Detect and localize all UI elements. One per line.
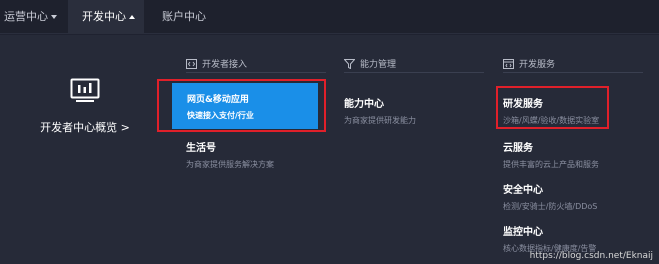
annotation-box [496,86,609,129]
menu-item-security-center[interactable]: 安全中心 检测/安骑士/防火墙/DDoS [503,181,597,212]
code-icon [186,58,197,69]
item-desc: 检测/安骑士/防火墙/DDoS [503,202,598,211]
code-window-icon [503,58,514,69]
developer-overview-link[interactable]: 开发者中心概览 > [30,78,140,135]
tab-account-center[interactable]: 账户中心 [162,0,222,34]
tab-label: 运营中心 [4,10,48,23]
menu-item-capability-center[interactable]: 能力中心 为商家提供研发能力 [344,95,416,126]
section-divider [503,72,643,73]
item-title: 监控中心 [503,227,543,238]
menu-item-monitoring-center[interactable]: 监控中心 核心数据指标/健康度/告警 [503,223,596,254]
overview-label: 开发者中心概览 > [40,121,130,134]
item-desc: 为商家提供研发能力 [344,116,416,125]
item-desc: 提供丰富的云上产品和服务 [503,160,599,169]
top-nav: 运营中心 开发中心 账户中心 [0,0,659,34]
section-divider [344,72,484,73]
item-desc: 为商家提供服务解决方案 [186,160,274,169]
section-title: 能力管理 [360,60,397,70]
section-header-developer-access: 开发者接入 [186,57,247,70]
watermark: https://blog.csdn.net/Eknaij [529,251,653,261]
annotation-box [157,79,326,132]
section-header-capability: 能力管理 [344,57,396,70]
tab-label: 开发中心 [82,10,126,23]
section-title: 开发服务 [519,60,556,70]
item-title: 云服务 [503,143,533,154]
section-header-dev-services: 开发服务 [503,57,555,70]
item-title: 生活号 [186,143,216,154]
tab-developer-center[interactable]: 开发中心 [68,0,144,34]
funnel-icon [344,58,355,69]
tab-operations-center[interactable]: 运营中心 [4,0,62,34]
menu-item-life-account[interactable]: 生活号 为商家提供服务解决方案 [186,139,274,170]
monitor-chart-icon [70,78,100,102]
chevron-down-icon [51,15,57,19]
tab-label: 账户中心 [162,10,206,23]
item-title: 安全中心 [503,185,543,196]
item-title: 能力中心 [344,99,384,110]
chevron-up-icon [129,15,135,19]
menu-item-cloud-services[interactable]: 云服务 提供丰富的云上产品和服务 [503,139,599,170]
section-title: 开发者接入 [202,60,248,70]
section-divider [186,72,326,73]
